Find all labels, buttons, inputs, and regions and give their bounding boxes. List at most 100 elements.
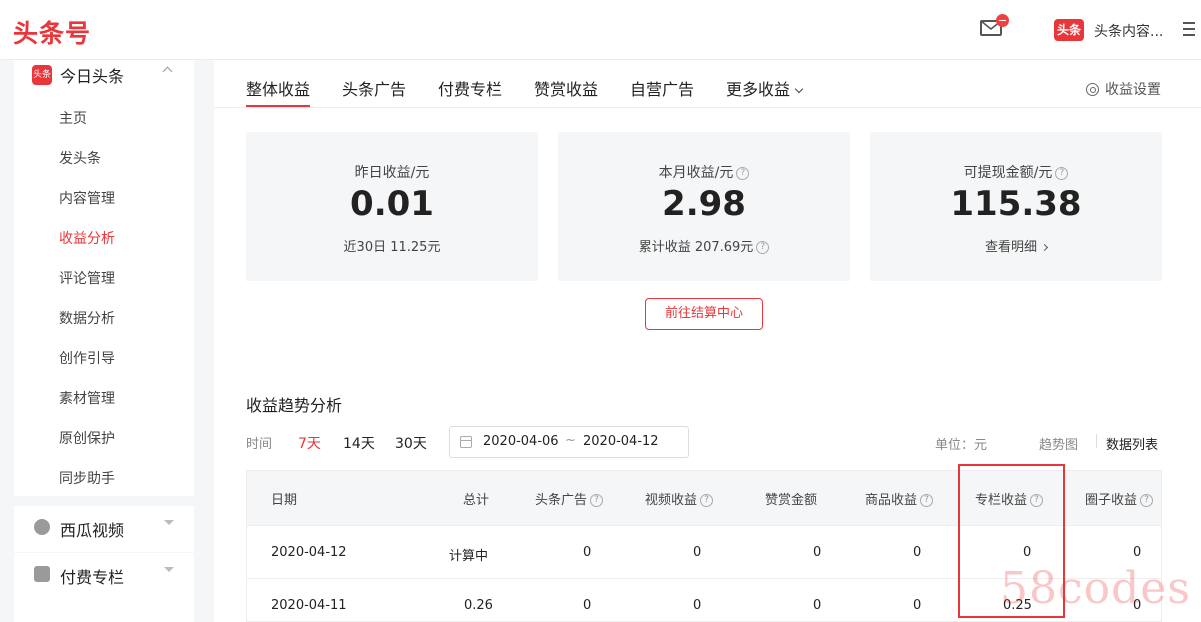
card-withdrawable: 可提现金额/元? 115.38 查看明细 — [870, 132, 1162, 281]
card-value: 2.98 — [662, 184, 746, 224]
date-separator: ~ — [565, 433, 576, 448]
card-label: 可提现金额/元 — [963, 165, 1053, 181]
range-7d[interactable]: 7天 — [298, 433, 321, 453]
sidebar-item-comments[interactable]: 评论管理 — [59, 268, 115, 288]
tab-more[interactable]: 更多收益 — [726, 76, 804, 100]
cell-tips: 0 — [813, 545, 822, 560]
cell-video: 0 — [693, 545, 702, 560]
divider — [1096, 434, 1097, 448]
card-value: 115.38 — [950, 184, 1082, 224]
main-panel: 整体收益 头条广告 付费专栏 赞赏收益 自营广告 更多收益 收益设置 昨日收益/… — [214, 60, 1201, 622]
chevron-right-icon — [1040, 243, 1049, 252]
date-start: 2020-04-06 — [483, 434, 559, 449]
range-30d[interactable]: 30天 — [395, 433, 427, 453]
sidebar-item-materials[interactable]: 素材管理 — [59, 388, 115, 408]
card-sub: 查看明细 — [984, 240, 1037, 255]
col-video: 视频收益? — [645, 489, 714, 508]
cell-date: 2020-04-12 — [271, 545, 347, 560]
col-tips: 赞赏金额 — [765, 493, 818, 508]
sidebar-item-guide[interactable]: 创作引导 — [59, 348, 115, 368]
cell-tips: 0 — [813, 598, 822, 613]
col-label: 圈子收益 — [1085, 493, 1138, 508]
help-icon[interactable]: ? — [1055, 166, 1069, 180]
sidebar-group-label: 付费专栏 — [60, 568, 125, 587]
sidebar-item-data[interactable]: 数据分析 — [59, 308, 115, 328]
col-ads: 头条广告? — [535, 489, 604, 508]
card-sub: 累计收益 207.69元 — [638, 240, 754, 255]
avatar[interactable]: 头条 — [1054, 19, 1084, 41]
help-icon[interactable]: ? — [736, 166, 750, 180]
cell-ads: 0 — [583, 598, 592, 613]
sidebar-section-toutiao[interactable]: 头条 今日头条 — [32, 62, 124, 88]
revenue-settings-button[interactable]: 收益设置 — [1086, 79, 1161, 99]
sidebar-item-content[interactable]: 内容管理 — [59, 188, 115, 208]
chevron-down-icon — [164, 520, 174, 525]
help-icon[interactable]: ? — [1140, 494, 1154, 507]
tab-overall[interactable]: 整体收益 — [246, 76, 310, 100]
card-month: 本月收益/元? 2.98 累计收益 207.69元? — [558, 132, 850, 281]
chevron-up-icon[interactable] — [162, 66, 173, 77]
logo[interactable]: 头条号 — [13, 14, 91, 50]
section-title: 收益趋势分析 — [246, 396, 343, 415]
settings-label: 收益设置 — [1105, 82, 1161, 98]
help-icon[interactable]: ? — [590, 494, 604, 507]
top-bar: 头条号 头条 头条内容... — [0, 0, 1201, 60]
help-icon[interactable]: ? — [920, 494, 934, 507]
tab-self-ads[interactable]: 自营广告 — [630, 76, 694, 100]
play-icon — [34, 519, 50, 535]
sidebar-section-label: 今日头条 — [60, 67, 125, 86]
username[interactable]: 头条内容... — [1094, 21, 1163, 41]
cell-total: 0.26 — [464, 598, 493, 613]
card-yesterday: 昨日收益/元 0.01 近30日 11.25元 — [246, 132, 538, 281]
help-icon[interactable]: ? — [756, 241, 770, 254]
settlement-center-button[interactable]: 前往结算中心 — [645, 298, 763, 330]
cell-ads: 0 — [583, 545, 592, 560]
view-details-link[interactable]: 查看明细 — [870, 236, 1162, 255]
date-end: 2020-04-12 — [583, 434, 659, 449]
tab-tips[interactable]: 赞赏收益 — [534, 76, 598, 100]
sidebar-group-column[interactable]: 付费专栏 — [14, 553, 194, 622]
menu-icon[interactable] — [1183, 22, 1195, 36]
tab-bar: 整体收益 头条广告 付费专栏 赞赏收益 自营广告 更多收益 收益设置 — [214, 60, 1201, 108]
range-14d[interactable]: 14天 — [343, 433, 375, 453]
cell-total: 计算中 — [449, 549, 489, 564]
help-icon[interactable]: ? — [700, 494, 714, 507]
view-list-button[interactable]: 数据列表 — [1106, 434, 1158, 453]
cell-goods: 0 — [913, 545, 922, 560]
col-date: 日期 — [271, 493, 298, 508]
sidebar-item-original[interactable]: 原创保护 — [59, 428, 115, 448]
sidebar-item-sync[interactable]: 同步助手 — [59, 468, 115, 488]
chevron-down-icon — [164, 567, 174, 572]
sidebar-item-home[interactable]: 主页 — [59, 108, 87, 128]
time-label: 时间 — [246, 437, 273, 452]
sidebar-item-revenue[interactable]: 收益分析 — [59, 228, 115, 248]
card-label: 昨日收益/元 — [354, 165, 430, 181]
card-label: 本月收益/元 — [658, 165, 734, 181]
col-label: 视频收益 — [645, 493, 698, 508]
card-label-wrap: 可提现金额/元? — [870, 162, 1162, 182]
chevron-down-icon — [794, 84, 804, 94]
view-trend-button[interactable]: 趋势图 — [1039, 434, 1078, 453]
sidebar-group-xigua[interactable]: 西瓜视频 — [14, 506, 194, 552]
col-goods: 商品收益? — [865, 489, 934, 508]
document-icon — [34, 566, 50, 582]
sidebar-item-publish[interactable]: 发头条 — [59, 148, 101, 168]
tab-paid-column[interactable]: 付费专栏 — [438, 76, 502, 100]
cell-goods: 0 — [913, 598, 922, 613]
col-circle: 圈子收益? — [1085, 489, 1154, 508]
card-value: 0.01 — [350, 184, 434, 224]
col-label: 商品收益 — [865, 493, 918, 508]
tab-more-label: 更多收益 — [726, 80, 791, 99]
toutiao-badge-icon: 头条 — [32, 65, 52, 85]
date-range-picker[interactable]: 2020-04-06 ~ 2020-04-12 — [449, 426, 689, 458]
unit-label: 单位：元 — [935, 438, 988, 453]
card-sub: 近30日 11.25元 — [343, 240, 441, 255]
cell-circle: 0 — [1133, 545, 1142, 560]
tab-toutiao-ads[interactable]: 头条广告 — [342, 76, 406, 100]
calendar-icon — [460, 436, 472, 448]
notification-badge — [996, 14, 1009, 27]
sidebar: 头条 今日头条 主页 发头条 内容管理 收益分析 评论管理 数据分析 创作引导 … — [14, 60, 194, 496]
card-sub-wrap: 累计收益 207.69元? — [558, 236, 850, 255]
cell-video: 0 — [693, 598, 702, 613]
card-label-wrap: 本月收益/元? — [558, 162, 850, 182]
